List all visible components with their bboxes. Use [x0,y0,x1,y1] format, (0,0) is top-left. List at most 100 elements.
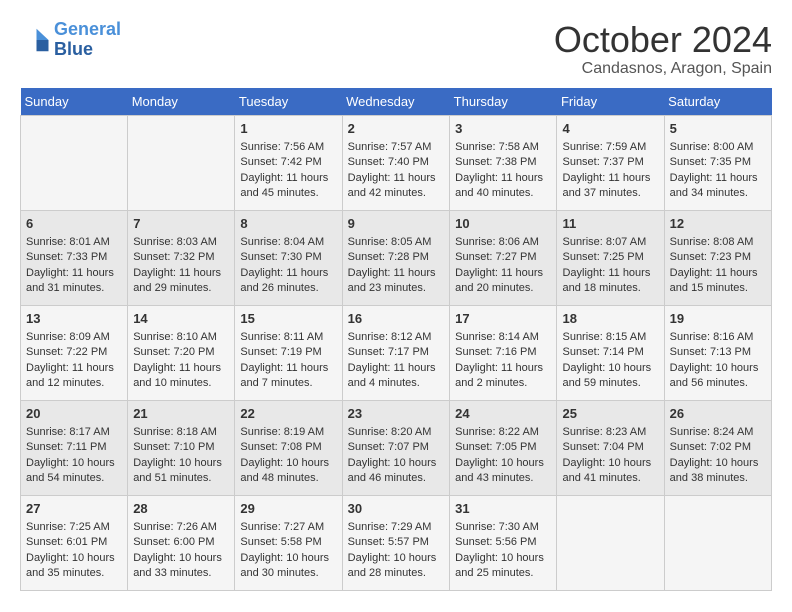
weekday-header-row: SundayMondayTuesdayWednesdayThursdayFrid… [21,88,772,116]
calendar-cell: 22Sunrise: 8:19 AMSunset: 7:08 PMDayligh… [235,400,342,495]
day-info: Sunset: 7:13 PM [670,345,766,360]
calendar-cell: 11Sunrise: 8:07 AMSunset: 7:25 PMDayligh… [557,210,664,305]
day-info: Sunrise: 8:04 AM [240,235,336,250]
day-number: 23 [348,405,445,423]
day-info: Sunrise: 8:08 AM [670,235,766,250]
title-block: October 2024 Candasnos, Aragon, Spain [554,20,772,78]
day-info: Sunset: 7:38 PM [455,155,551,170]
calendar-body: 1 Sunrise: 7:56 AMSunset: 7:42 PM Daylight… [21,115,772,590]
day-info: Daylight: 11 hours and 34 minutes. [670,171,766,202]
day-info: Sunrise: 7:59 AM [562,140,658,155]
day-info: Daylight: 10 hours and 54 minutes. [26,456,122,487]
day-info: Sunrise: 8:17 AM [26,425,122,440]
calendar-cell: 29 Sunrise: 7:27 AMSunset: 5:58 PMDayligh… [235,495,342,590]
day-info: Sunset: 5:58 PM [240,535,336,550]
day-number: 1 [240,120,336,138]
day-number: 17 [455,310,551,328]
day-info: Sunrise: 8:11 AM [240,330,336,345]
day-number: 30 [348,500,445,518]
day-number: 16 [348,310,445,328]
day-info: Sunrise: 8:07 AM [562,235,658,250]
day-number: 21 [133,405,229,423]
day-info: Sunset: 7:07 PM [348,440,445,455]
location: Candasnos, Aragon, Spain [554,60,772,78]
calendar-cell [128,115,235,210]
day-info: Sunset: 7:37 PM [562,155,658,170]
day-info: Sunset: 7:35 PM [670,155,766,170]
day-info: Sunset: 7:02 PM [670,440,766,455]
day-info: Sunset: 7:05 PM [455,440,551,455]
day-info: Daylight: 10 hours and 43 minutes. [455,456,551,487]
calendar-cell: 8 Sunrise: 8:04 AMSunset: 7:30 PMDaylight… [235,210,342,305]
day-info: Sunset: 7:04 PM [562,440,658,455]
day-info: Sunset: 7:25 PM [562,250,658,265]
calendar-cell: 15Sunrise: 8:11 AMSunset: 7:19 PMDayligh… [235,305,342,400]
day-info: Daylight: 10 hours and 28 minutes. [348,551,445,582]
day-info: Sunrise: 8:01 AM [26,235,122,250]
day-info: Sunrise: 7:56 AM [240,140,336,155]
day-info: Sunset: 5:57 PM [348,535,445,550]
day-number: 26 [670,405,766,423]
day-info: Sunset: 7:27 PM [455,250,551,265]
day-number: 2 [348,120,445,138]
day-info: Daylight: 11 hours and 15 minutes. [670,266,766,297]
day-info: Daylight: 10 hours and 59 minutes. [562,361,658,392]
day-number: 15 [240,310,336,328]
logo-text: General Blue [54,20,121,60]
day-info: Sunset: 7:42 PM [240,155,336,170]
day-info: Sunrise: 8:00 AM [670,140,766,155]
day-info: Sunset: 7:11 PM [26,440,122,455]
weekday-header: Thursday [450,88,557,116]
day-info: Sunset: 7:08 PM [240,440,336,455]
day-number: 13 [26,310,122,328]
day-info: Daylight: 10 hours and 30 minutes. [240,551,336,582]
day-info: Sunrise: 7:27 AM [240,520,336,535]
day-info: Daylight: 10 hours and 51 minutes. [133,456,229,487]
day-info: Daylight: 10 hours and 35 minutes. [26,551,122,582]
day-info: Sunset: 7:30 PM [240,250,336,265]
weekday-header: Tuesday [235,88,342,116]
day-info: Daylight: 11 hours and 4 minutes. [348,361,445,392]
day-number: 7 [133,215,229,233]
calendar-cell: 2Sunrise: 7:57 AMSunset: 7:40 PMDaylight… [342,115,450,210]
calendar-cell [557,495,664,590]
day-info: Sunrise: 8:23 AM [562,425,658,440]
day-info: Sunset: 7:40 PM [348,155,445,170]
day-info: Sunrise: 8:10 AM [133,330,229,345]
day-info: Sunrise: 8:05 AM [348,235,445,250]
weekday-header: Sunday [21,88,128,116]
day-info: Daylight: 10 hours and 25 minutes. [455,551,551,582]
day-info: Sunset: 7:28 PM [348,250,445,265]
day-info: Sunrise: 7:57 AM [348,140,445,155]
calendar-cell: 17Sunrise: 8:14 AMSunset: 7:16 PMDayligh… [450,305,557,400]
calendar-cell: 19Sunrise: 8:16 AMSunset: 7:13 PMDayligh… [664,305,771,400]
day-info: Sunrise: 8:09 AM [26,330,122,345]
day-number: 14 [133,310,229,328]
calendar-week-row: 1 Sunrise: 7:56 AMSunset: 7:42 PM Daylight… [21,115,772,210]
calendar-cell: 28Sunrise: 7:26 AMSunset: 6:00 PMDayligh… [128,495,235,590]
day-info: Sunrise: 7:30 AM [455,520,551,535]
day-info: Daylight: 11 hours and 12 minutes. [26,361,122,392]
day-info: Daylight: 10 hours and 56 minutes. [670,361,766,392]
day-info: Daylight: 11 hours and 26 minutes. [240,266,336,297]
calendar-cell: 7Sunrise: 8:03 AMSunset: 7:32 PMDaylight… [128,210,235,305]
day-info: Daylight: 11 hours and 31 minutes. [26,266,122,297]
day-info: Sunrise: 7:25 AM [26,520,122,535]
day-number: 29 [240,500,336,518]
day-info: Sunrise: 8:16 AM [670,330,766,345]
calendar-cell: 31Sunrise: 7:30 AMSunset: 5:56 PMDayligh… [450,495,557,590]
day-info: Sunset: 6:00 PM [133,535,229,550]
day-info: Sunrise: 8:15 AM [562,330,658,345]
day-info: Sunrise: 8:12 AM [348,330,445,345]
day-info: Daylight: 11 hours and 7 minutes. [240,361,336,392]
day-info: Sunset: 7:22 PM [26,345,122,360]
day-info: Daylight: 11 hours and 40 minutes. [455,171,551,202]
calendar-header: SundayMondayTuesdayWednesdayThursdayFrid… [21,88,772,116]
day-info: Daylight: 10 hours and 46 minutes. [348,456,445,487]
day-number: 4 [562,120,658,138]
calendar-cell: 5Sunrise: 8:00 AMSunset: 7:35 PMDaylight… [664,115,771,210]
day-number: 8 [240,215,336,233]
day-info: Sunset: 7:10 PM [133,440,229,455]
day-number: 12 [670,215,766,233]
calendar-cell: 25Sunrise: 8:23 AMSunset: 7:04 PMDayligh… [557,400,664,495]
